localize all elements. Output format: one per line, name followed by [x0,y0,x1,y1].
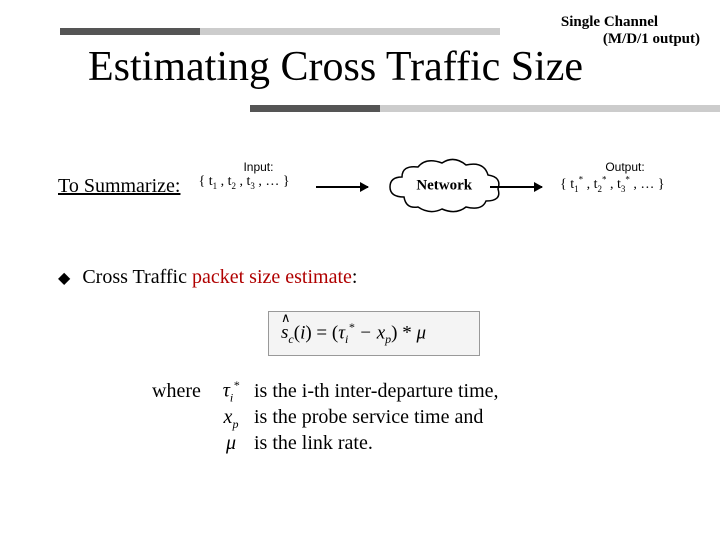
slide-title: Estimating Cross Traffic Size [88,43,720,91]
context-tag: Single Channel (M/D/1 output) [561,14,700,47]
summary-row: To Summarize: Input: { t1 , t2 , t3 , … … [58,150,690,222]
tag-line-2: (M/D/1 output) [561,31,700,48]
diagram-output: Output: { t1* , t2* , t3* , … } [560,160,690,195]
bullet-highlight: packet size estimate [192,266,352,288]
input-sequence: { t1 , t2 , t3 , … } [198,174,289,189]
where-row-mu: μ is the link rate. [152,432,690,455]
symbol-tau: τi* [216,378,246,406]
symbol-xp: xp [216,406,246,432]
output-sequence: { t1* , t2* , t3* , … } [560,177,665,192]
diagram-input: Input: { t1 , t2 , t3 , … } [198,160,318,192]
slide-header: Single Channel (M/D/1 output) Estimating… [0,0,720,112]
bullet-prefix: Cross Traffic [82,266,192,288]
symbol-mu: μ [216,432,246,455]
slide-content: To Summarize: Input: { t1 , t2 , t3 , … … [0,112,720,455]
top-divider [60,28,500,35]
where-row-xp: xp is the probe service time and [152,406,690,432]
bullet-marker-icon: ◆ [58,268,70,288]
where-mu-text: is the link rate. [254,432,373,455]
bullet-text: Cross Traffic packet size estimate: [82,266,357,289]
arrow-in [316,186,368,188]
bullet-suffix: : [352,266,358,288]
cloud-icon: Network [384,157,504,215]
where-label: where [152,380,208,403]
summary-label: To Summarize: [58,175,180,198]
where-block: where τi* is the i-th inter-departure ti… [152,378,690,455]
output-caption: Output: [560,160,690,174]
arrow-out [490,186,542,188]
cloud-label: Network [416,178,472,195]
formula-box: sc(i) = (τi* − xp) * μ [268,311,480,356]
where-xp-text: is the probe service time and [254,406,483,429]
where-row-tau: where τi* is the i-th inter-departure ti… [152,378,690,406]
bullet-item: ◆ Cross Traffic packet size estimate: [58,266,690,289]
network-diagram: Input: { t1 , t2 , t3 , … } Network Outp… [198,150,690,222]
mid-divider [250,105,720,112]
tag-line-1: Single Channel [561,14,658,30]
where-tau-text: is the i-th inter-departure time, [254,380,499,403]
input-caption: Input: [198,160,318,174]
